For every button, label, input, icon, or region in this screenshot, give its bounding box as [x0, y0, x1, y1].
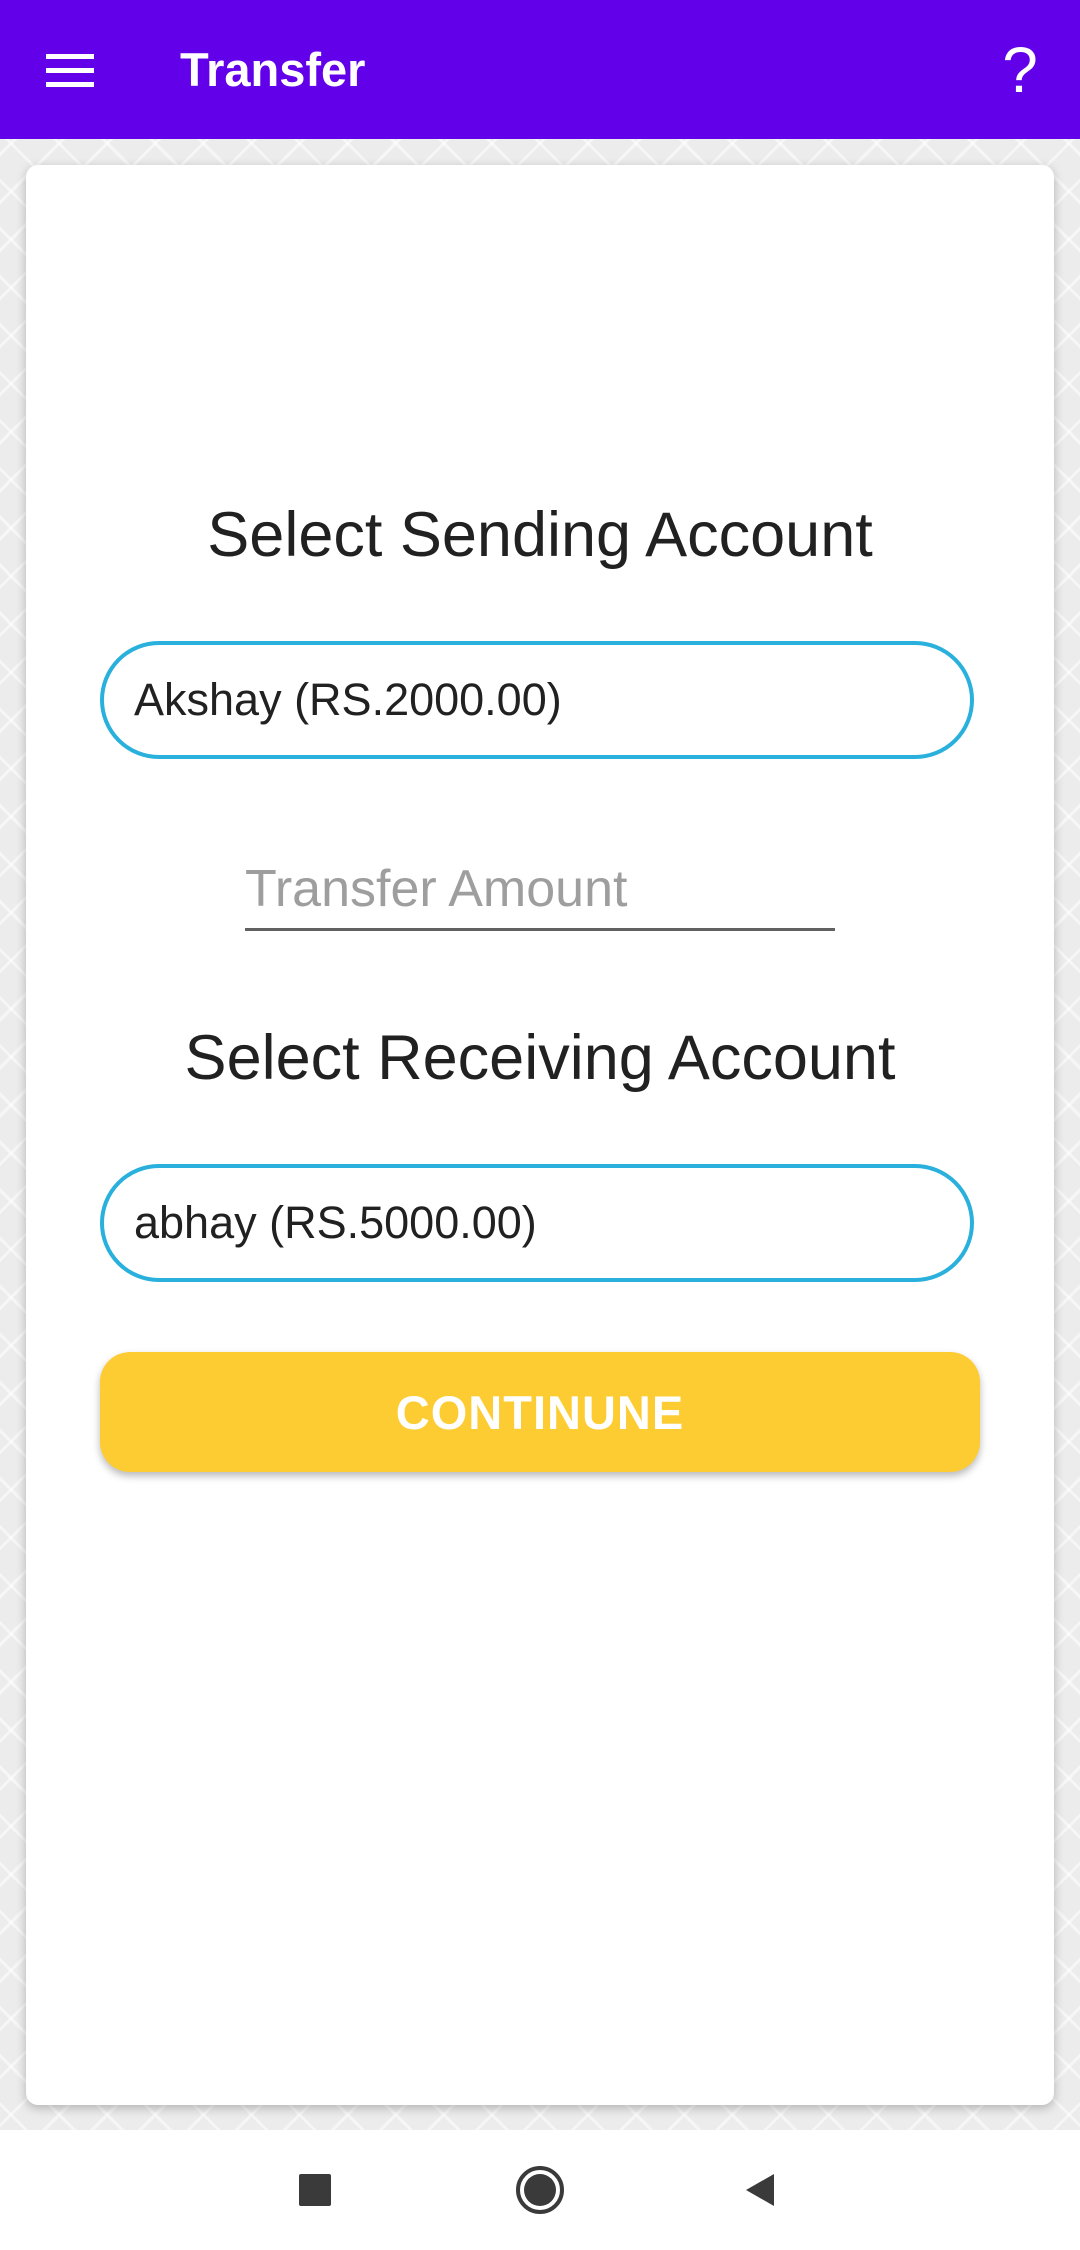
receiving-account-value: abhay (RS.5000.00): [134, 1197, 537, 1248]
sending-account-select[interactable]: Akshay (RS.2000.00): [100, 641, 974, 759]
recent-apps-icon[interactable]: [285, 2160, 345, 2220]
sending-account-title: Select Sending Account: [207, 500, 873, 570]
page-title: Transfer: [180, 43, 366, 96]
app-bar: Transfer ?: [0, 0, 1080, 139]
transfer-amount-input[interactable]: [245, 855, 835, 931]
home-icon[interactable]: [510, 2160, 570, 2220]
continue-button[interactable]: CONTINUNE: [100, 1352, 980, 1472]
receiving-account-title: Select Receiving Account: [184, 1023, 896, 1093]
back-icon[interactable]: [730, 2160, 790, 2220]
system-navigation-bar: [0, 2130, 1080, 2250]
sending-account-value: Akshay (RS.2000.00): [134, 674, 562, 725]
receiving-account-select[interactable]: abhay (RS.5000.00): [100, 1164, 974, 1282]
help-icon[interactable]: ?: [980, 28, 1060, 112]
transfer-card: Select Sending Account Akshay (RS.2000.0…: [26, 165, 1054, 2105]
hamburger-menu-icon[interactable]: [30, 30, 110, 110]
